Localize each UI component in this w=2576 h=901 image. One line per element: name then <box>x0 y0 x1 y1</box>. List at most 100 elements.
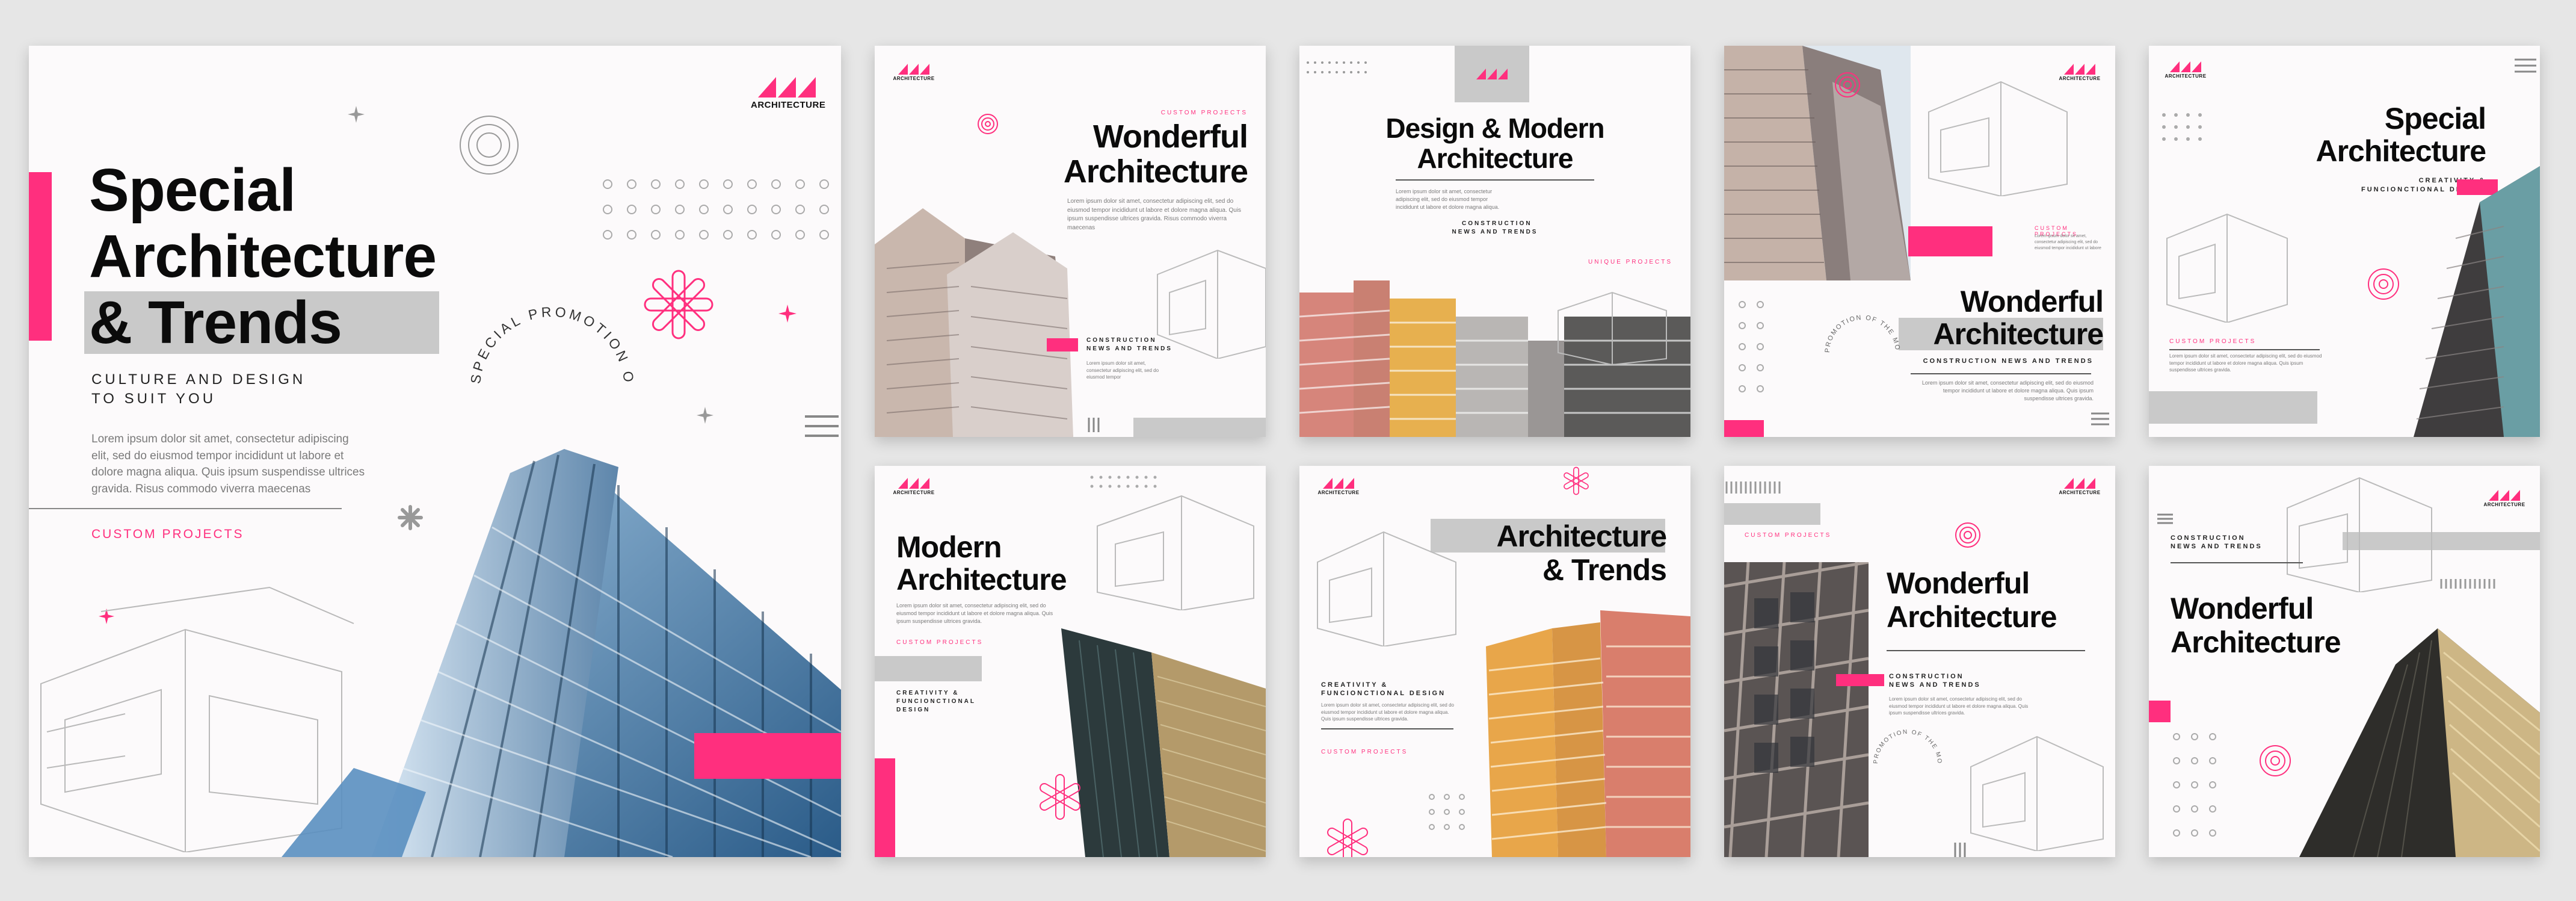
post-body-top: Lorem ipsum dolor sit amet, consectetur … <box>2035 234 2101 251</box>
post-caption-line1: CONSTRUCTION <box>1889 673 1964 680</box>
logo-text: ARCHITECTURE <box>2059 490 2101 495</box>
title-rule <box>2171 562 2303 563</box>
post-caption-line1: CONSTRUCTION <box>2171 534 2246 542</box>
accent-block <box>1908 226 1992 256</box>
post-title-line1: Wonderful <box>1960 285 2104 318</box>
post-title-line1: Design & Modern <box>1385 113 1604 144</box>
dot-grid-icon <box>1307 61 1367 73</box>
logo-text: ARCHITECTURE <box>2165 73 2207 79</box>
concentric-circles-icon <box>2260 745 2291 776</box>
post-caption-line2: NEWS AND TRENDS <box>1889 681 1981 689</box>
circle-text: SPECIAL PROMOTION OF THE MONTH <box>462 299 634 386</box>
post-wonderful-architecture-4: ARCHITECTURE CONSTRUCTION NEWS AND TREND… <box>2149 466 2540 857</box>
post-caption-line1: CONSTRUCTION <box>1462 220 1532 227</box>
brand-logo: ARCHITECTURE <box>1317 478 1360 495</box>
dot-grid-icon <box>2173 733 2216 837</box>
dot-grid-icon <box>603 179 829 240</box>
post-title-line2: Architecture <box>896 563 1067 596</box>
post-caption-line2: FUNCIONCTIONAL DESIGN <box>1321 690 1446 697</box>
circle-text: PROMOTION OF THE MONTH <box>1869 725 1941 764</box>
dot-grid-icon <box>1725 481 1781 494</box>
building-sketch <box>1097 495 1254 610</box>
post-caption-line3: DESIGN <box>896 707 931 713</box>
post-wonderful-architecture-3: CUSTOM PROJECTS ARCHITECTURE Wonderful A… <box>1724 466 2115 857</box>
accent-block <box>1724 420 1764 437</box>
sparkle-icon <box>348 106 365 123</box>
post-architecture-trends: ARCHITECTURE Architecture & Trends CREAT… <box>1299 466 1690 857</box>
cover-title-line2: Architecture <box>89 223 437 290</box>
title-rule <box>1396 179 1594 181</box>
building-photo <box>1724 562 1869 857</box>
concentric-circles-icon <box>1835 72 1860 98</box>
promotion-circle-text: PROMOTION OF THE MONTH <box>1820 311 1901 353</box>
post-wonderful-architecture-1: ARCHITECTURE CUSTOM PROJECTS Wonderful A… <box>875 46 1266 437</box>
building-sketch <box>1157 249 1266 359</box>
brand-logo: ARCHITECTURE <box>893 478 935 495</box>
brand-logo: ARCHITECTURE <box>893 64 935 81</box>
post-tag: CUSTOM PROJECTS <box>896 639 984 646</box>
post-modern-architecture: ARCHITECTURE Modern Architecture Lorem i… <box>875 466 1266 857</box>
building-photo <box>875 196 1073 437</box>
post-body: Lorem ipsum dolor sit amet, consectetur … <box>2169 353 2322 373</box>
cover-tag: CUSTOM PROJECTS <box>91 527 244 541</box>
post-title-line1: Modern <box>896 530 1002 564</box>
post-caption-line1: CONSTRUCTION <box>1086 337 1157 344</box>
post-body: Lorem ipsum dolor sit amet, consectetur … <box>1067 198 1242 231</box>
logo-mark-icon <box>751 77 823 98</box>
building-photo <box>1724 46 1911 280</box>
post-body: Lorem ipsum dolor sit amet, consectetur … <box>1396 188 1500 211</box>
post-tag: CUSTOM PROJECTS <box>1321 749 1408 755</box>
post-caption-line2: NEWS AND TRENDS <box>2171 543 2263 550</box>
post-title-line2: Architecture <box>1063 153 1248 190</box>
post-caption: CONSTRUCTION NEWS AND TRENDS <box>1923 358 2094 365</box>
concentric-circles-icon <box>460 116 519 175</box>
cover-subtitle-line1: CULTURE AND DESIGN <box>91 371 306 388</box>
post-tag: CUSTOM PROJECTS <box>1745 532 1832 539</box>
dot-grid-icon <box>1090 475 1157 488</box>
concentric-circles-icon <box>2368 268 2399 300</box>
building-photo <box>1480 610 1690 857</box>
cover-title-line3: & Trends <box>89 289 342 356</box>
accent-block <box>2149 701 2171 722</box>
dot-grid-icon <box>2440 579 2495 589</box>
asterisk-icon <box>644 270 713 339</box>
post-title-line2: Architecture <box>1417 143 1574 174</box>
post-title-line1: Wonderful <box>2171 592 2314 625</box>
menu-lines-icon <box>2515 58 2536 73</box>
building-sketch <box>2166 213 2288 323</box>
logo-text: ARCHITECTURE <box>893 76 935 81</box>
building-photo <box>2299 628 2540 857</box>
accent-bar <box>29 172 52 341</box>
accent-block <box>1047 338 1078 351</box>
dot-grid-icon <box>1429 794 1465 830</box>
cover-building-photo <box>282 407 841 857</box>
svg-text:PROMOTION OF THE MONTH: PROMOTION OF THE MONTH <box>1869 725 1943 764</box>
svg-text:PROMOTION OF THE MONTH: PROMOTION OF THE MONTH <box>1820 311 1901 353</box>
building-sketch <box>1970 735 2104 851</box>
menu-lines-icon <box>2157 513 2173 524</box>
logo-text: ARCHITECTURE <box>2483 502 2525 507</box>
post-title-line1: Architecture <box>1496 519 1667 553</box>
title-rule <box>1887 650 2085 651</box>
post-body: Lorem ipsum dolor sit amet, consectetur … <box>1921 380 2094 402</box>
post-special-architecture: ARCHITECTURE Special Architecture CREATI… <box>2149 46 2540 437</box>
title-rule <box>2169 349 2320 350</box>
post-caption-line1: CREATIVITY & <box>1321 681 1388 689</box>
title-rule <box>1321 728 1453 729</box>
logo-mark-icon <box>1471 69 1513 79</box>
cover-subtitle-line2: TO SUIT YOU <box>91 391 217 407</box>
post-title-line2: Architecture <box>1933 317 2104 351</box>
building-sketch <box>1558 291 1667 365</box>
post-title-line1: Wonderful <box>1887 566 2030 600</box>
post-tag: CUSTOM PROJECTS <box>2169 338 2257 345</box>
asterisk-icon <box>1327 819 1368 857</box>
concentric-circles-icon <box>1955 522 1980 548</box>
post-body: Lorem ipsum dolor sit amet, consectetur … <box>1321 702 1454 722</box>
gray-block <box>1724 503 1820 525</box>
post-small-body: Lorem ipsum dolor sit amet, consectetur … <box>1086 361 1159 380</box>
logo-text: ARCHITECTURE <box>893 490 935 495</box>
cover-post: ARCHITECTURE Special Architecture & Tren… <box>29 46 841 857</box>
building-sketch <box>1317 531 1456 646</box>
menu-lines-icon <box>2091 412 2109 426</box>
brand-logo: ARCHITECTURE <box>2483 490 2525 507</box>
